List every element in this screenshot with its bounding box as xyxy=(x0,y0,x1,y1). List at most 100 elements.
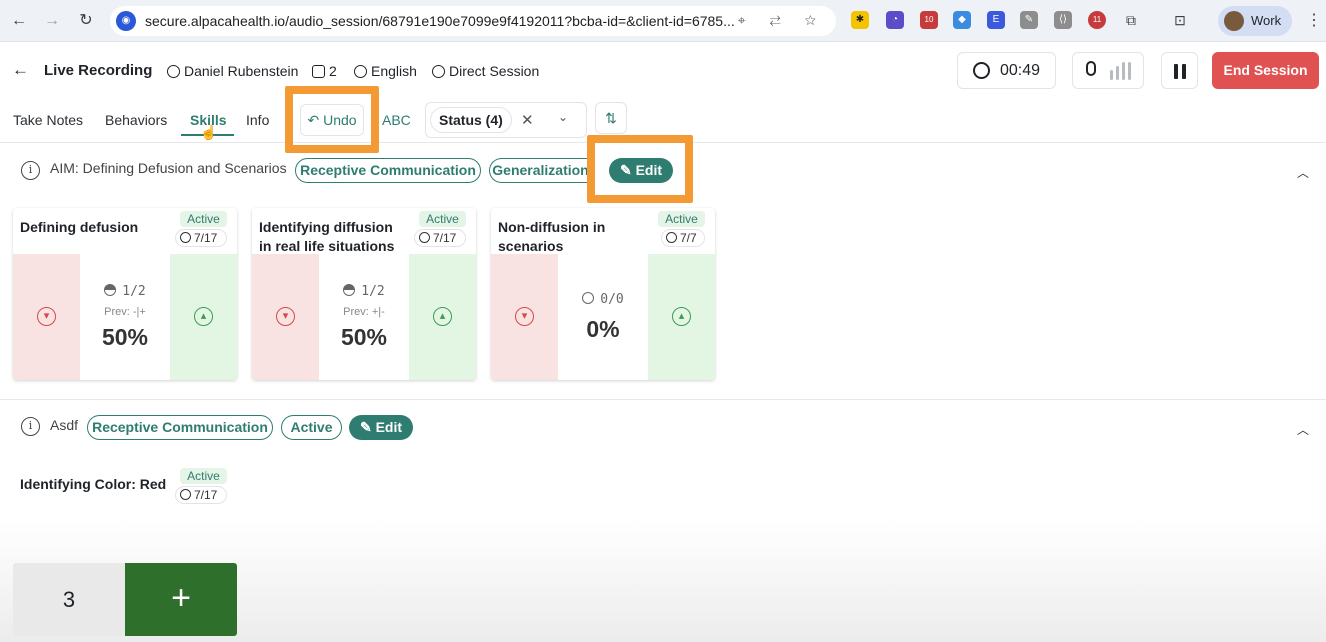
extension-icon[interactable]: ✎ xyxy=(1020,11,1038,29)
extension-icon[interactable]: ✱ xyxy=(851,11,869,29)
date-text: 7/17 xyxy=(194,231,218,245)
browser-toolbar: ← → ↻ ◉ secure.alpacahealth.io/audio_ses… xyxy=(0,0,1326,42)
skill-card: Identifying Color: Red Active 7/17 xyxy=(13,465,237,565)
skill-card: Defining defusion Active 7/17 ▾ 1/2 Prev… xyxy=(13,208,237,380)
client-name-text: Daniel Rubenstein xyxy=(184,63,299,79)
tab-info[interactable]: Info xyxy=(246,112,269,128)
percent-correct: 50% xyxy=(101,324,149,350)
client-name: Daniel Rubenstein xyxy=(167,63,298,79)
info-icon[interactable]: i xyxy=(21,161,40,180)
microphone-control[interactable] xyxy=(1072,52,1144,89)
trial-fraction: 0/0 xyxy=(558,292,648,307)
url-text[interactable]: secure.alpacahealth.io/audio_session/687… xyxy=(145,13,745,29)
extension-icon[interactable]: E xyxy=(987,11,1005,29)
abc-button[interactable]: ABC xyxy=(382,112,411,128)
clock-icon xyxy=(180,232,191,243)
edit-goal-button[interactable]: ✎ Edit xyxy=(609,158,673,183)
thumbs-up-icon: ▴ xyxy=(672,307,691,326)
page-title: Live Recording xyxy=(44,62,153,79)
previous-trials: Prev: +|- xyxy=(343,306,385,318)
thumbs-down-icon: ▾ xyxy=(515,307,534,326)
clock-icon xyxy=(666,232,677,243)
pause-button[interactable] xyxy=(1161,52,1198,89)
tab-take-notes[interactable]: Take Notes xyxy=(13,112,83,128)
undo-button[interactable]: ↶ Undo xyxy=(300,104,364,136)
thumbs-down-icon: ▾ xyxy=(276,307,295,326)
tab-search-icon[interactable]: ⊡ xyxy=(1171,11,1189,29)
pencil-icon: ✎ xyxy=(619,162,636,178)
empty-circle-icon xyxy=(582,292,595,304)
pencil-icon: ✎ xyxy=(359,419,376,435)
trial-summary: 1/2 Prev: +|- 50% xyxy=(319,254,409,380)
url-action-icons[interactable]: ⌖ ⇄ ☆ xyxy=(738,12,826,29)
domain-chip: Receptive Communication xyxy=(87,415,273,440)
edit-label: Edit xyxy=(635,162,663,178)
microphone-icon xyxy=(1086,61,1096,76)
more-menu-icon[interactable]: ⋮ xyxy=(1306,10,1322,30)
reload-icon[interactable]: ↻ xyxy=(76,11,96,31)
correct-button[interactable]: ▴ xyxy=(409,254,476,380)
incorrect-button[interactable]: ▾ xyxy=(252,254,319,380)
incorrect-button[interactable]: ▾ xyxy=(13,254,80,380)
thumbs-up-icon: ▴ xyxy=(194,307,213,326)
fraction-text: 0/0 xyxy=(600,292,624,307)
tab-behaviors[interactable]: Behaviors xyxy=(105,112,167,128)
site-info-icon[interactable]: ◉ xyxy=(116,11,136,31)
audio-level-icon xyxy=(1110,62,1136,80)
address-bar[interactable]: ◉ secure.alpacahealth.io/audio_session/6… xyxy=(110,6,836,36)
back-arrow-icon[interactable]: ← xyxy=(12,60,29,80)
fraction-text: 1/2 xyxy=(361,284,385,299)
clear-filter-icon[interactable]: ✕ xyxy=(521,111,534,129)
skill-card: Non-diffusion in scenarios Active 7/7 ▾ … xyxy=(491,208,715,380)
incorrect-button[interactable]: ▾ xyxy=(491,254,558,380)
correct-button[interactable]: ▴ xyxy=(648,254,715,380)
correct-button[interactable]: ▴ xyxy=(170,254,237,380)
mouse-cursor-icon: ☝ xyxy=(200,124,218,140)
chevron-down-icon[interactable]: ⌄ xyxy=(558,110,568,124)
profile-button[interactable]: Work xyxy=(1218,6,1292,36)
sort-button[interactable]: ⇅ xyxy=(595,102,627,134)
section-divider xyxy=(0,399,1326,400)
users-icon xyxy=(312,65,325,78)
edit-goal-button[interactable]: ✎ Edit xyxy=(349,415,413,440)
extension-icon[interactable]: ⟨⟩ xyxy=(1054,11,1072,29)
sort-icon: ⇅ xyxy=(605,110,617,126)
increment-button[interactable]: + xyxy=(125,563,237,636)
participants-text: 2 xyxy=(329,63,337,79)
info-icon[interactable]: i xyxy=(21,417,40,436)
fraction-text: 1/2 xyxy=(122,284,146,299)
edit-label: Edit xyxy=(375,419,403,435)
session-header: ← Live Recording Daniel Rubenstein 2 Eng… xyxy=(0,42,1326,98)
language: English xyxy=(354,63,417,79)
extensions-puzzle-icon[interactable]: ⧉ xyxy=(1122,11,1140,29)
half-pie-icon xyxy=(343,284,356,296)
skill-title: Non-diffusion in scenarios xyxy=(498,219,606,254)
chevron-up-icon[interactable]: ︿ xyxy=(1297,421,1309,438)
status-filter[interactable]: Status (4) ✕ ⌄ xyxy=(425,102,587,138)
goal-header: i Asdf Receptive Communication Active ✎ … xyxy=(0,402,1326,452)
end-session-button[interactable]: End Session xyxy=(1212,52,1319,89)
session-type-text: Direct Session xyxy=(449,63,540,79)
trial-fraction: 1/2 xyxy=(319,284,409,299)
timer-icon xyxy=(973,62,990,79)
extension-icon[interactable]: ◔ xyxy=(886,11,904,29)
forward-arrow-icon[interactable]: → xyxy=(42,11,62,31)
goal-title: Asdf xyxy=(50,417,79,433)
target-date: 7/17 xyxy=(175,486,227,504)
status-badge: Active xyxy=(419,211,466,227)
frequency-count: 3 xyxy=(13,563,125,636)
skill-title: Defining defusion xyxy=(20,219,139,235)
trial-summary: 0/0 0% xyxy=(558,254,648,380)
session-timer: 00:49 xyxy=(957,52,1056,89)
chevron-up-icon[interactable]: ︿ xyxy=(1297,164,1309,181)
status-chip[interactable]: Status (4) xyxy=(430,107,512,133)
previous-trials: Prev: -|+ xyxy=(104,306,146,318)
status-badge: Active xyxy=(180,211,227,227)
avatar xyxy=(1224,11,1244,31)
extension-icon[interactable]: 10 xyxy=(920,11,938,29)
extension-icon[interactable]: 11 xyxy=(1088,11,1106,29)
back-arrow-icon[interactable]: ← xyxy=(9,11,29,31)
extension-icon[interactable]: ◆ xyxy=(953,11,971,29)
thumbs-up-icon: ▴ xyxy=(433,307,452,326)
trial-fraction: 1/2 xyxy=(80,284,170,299)
